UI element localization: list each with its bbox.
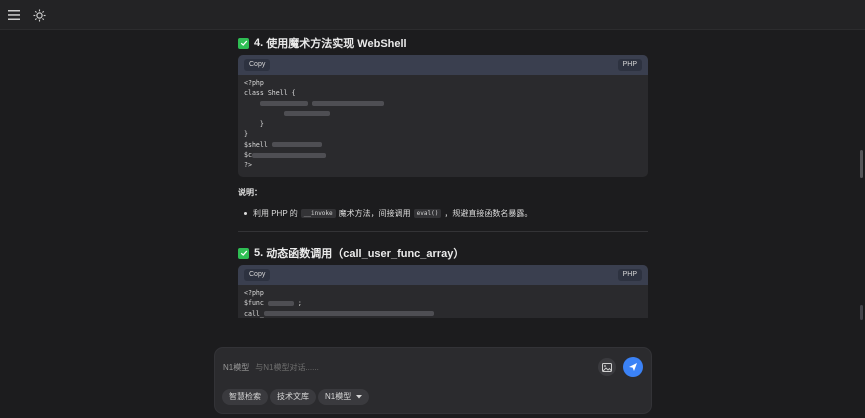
code-line: <?php (244, 289, 264, 297)
section-4-heading: 4. 使用魔术方法实现 WebShell (238, 35, 407, 51)
chip-tech-library[interactable]: 技术文库 (270, 389, 316, 405)
code-block: Copy PHP <?php class Shell { }} $shell $c?… (238, 55, 648, 177)
note-label: 说明： (238, 188, 262, 197)
bullet-dot (244, 212, 247, 215)
code-block: Copy PHP <?php $func ; call_ (238, 265, 648, 318)
chip-model-select[interactable]: N1模型 (318, 389, 370, 405)
section-title: 使用魔术方法实现 WebShell (266, 38, 407, 50)
composer: N1模型 与N1模型对话...... 智慧检索 技术文库 N1模型 (214, 347, 652, 414)
image-upload-icon[interactable] (598, 358, 616, 376)
inline-code: eval() (413, 209, 442, 218)
check-icon (238, 37, 249, 49)
code-line: <?php (244, 79, 264, 87)
chevron-down-icon (356, 395, 363, 399)
message-input[interactable]: N1模型 与N1模型对话...... (223, 362, 319, 373)
model-tag: N1模型 (223, 363, 250, 372)
code-line: class Shell { (244, 89, 296, 98)
copy-button[interactable]: Copy (244, 59, 271, 71)
section-5-heading: 5. 动态函数调用（call_user_func_array） (238, 245, 464, 261)
top-bar (0, 0, 865, 30)
menu-icon[interactable] (6, 7, 22, 23)
check-icon (238, 247, 249, 259)
chat-content: 4. 使用魔术方法实现 WebShell Copy PHP <?php class… (0, 30, 865, 318)
chip-smart-search[interactable]: 智慧检索 (222, 389, 268, 405)
scrollbar-thumb[interactable] (860, 150, 863, 178)
section-number: 5. (254, 247, 264, 259)
code-line-redacted (244, 109, 642, 119)
code-line: ?> (244, 161, 252, 170)
inline-code: __invoke (300, 209, 336, 218)
scrollbar-thumb-secondary[interactable] (860, 305, 863, 320)
code-line-redacted (244, 99, 642, 109)
code-line: } (244, 120, 264, 129)
code-line: $c (244, 150, 642, 160)
code-line: $shell (244, 140, 642, 150)
divider (238, 231, 648, 232)
input-placeholder: 与N1模型对话...... (255, 363, 319, 372)
code-body: <?php $func ; call_ (238, 285, 648, 318)
language-badge: PHP (617, 59, 642, 71)
code-block-header: Copy PHP (238, 55, 648, 75)
language-badge: PHP (617, 269, 642, 281)
section-number: 4. (254, 37, 264, 49)
sun-icon[interactable] (31, 7, 47, 23)
code-line: call_ (244, 309, 642, 318)
code-line: $func ; (244, 299, 302, 308)
bullet-item: 利用 PHP 的 __invoke 魔术方法，间接调用 eval() ，规避直接… (244, 208, 532, 219)
code-body: <?php class Shell { }} $shell $c ?> (238, 75, 648, 175)
section-title: 动态函数调用（call_user_func_array） (266, 248, 465, 260)
send-icon[interactable] (623, 357, 643, 377)
copy-button[interactable]: Copy (244, 269, 271, 281)
code-block-header: Copy PHP (238, 265, 648, 285)
code-line: } (244, 130, 248, 139)
